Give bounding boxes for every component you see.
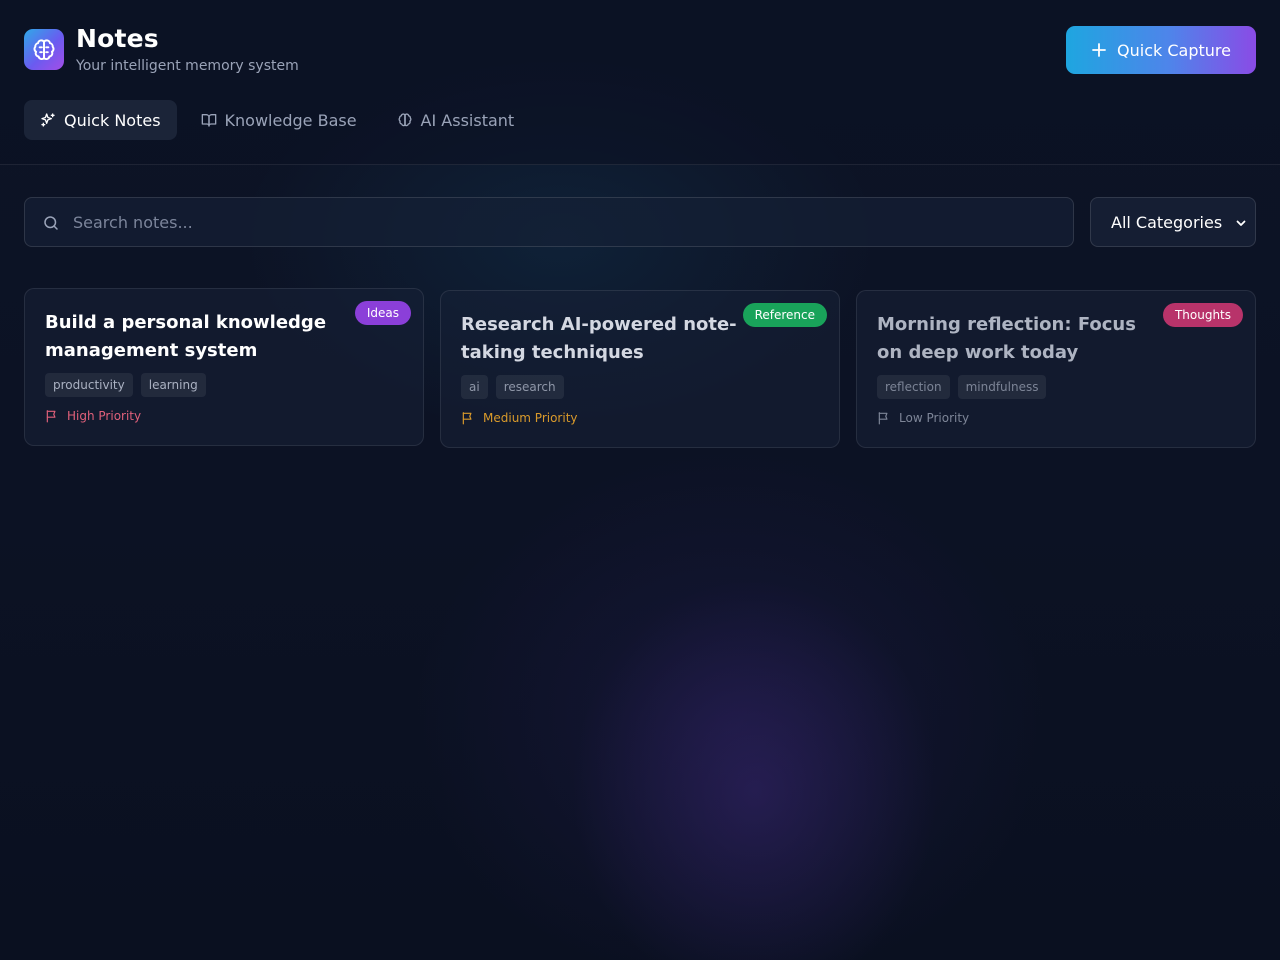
tab-quick-notes[interactable]: Quick Notes xyxy=(24,100,177,140)
sparkles-icon xyxy=(41,113,55,127)
quick-capture-button[interactable]: Quick Capture xyxy=(1066,26,1256,74)
category-badge: Ideas xyxy=(354,301,411,325)
priority-indicator: Medium Priority xyxy=(461,411,578,425)
app-header: Notes Your intelligent memory system Qui… xyxy=(0,0,1280,165)
flag-icon xyxy=(46,410,56,423)
search-icon xyxy=(44,216,58,230)
priority-label: Medium Priority xyxy=(483,411,578,425)
app-logo xyxy=(24,29,64,70)
tab-knowledge-base[interactable]: Knowledge Base xyxy=(185,100,373,140)
tag[interactable]: productivity xyxy=(45,373,133,397)
chevron-down-icon xyxy=(1236,220,1246,226)
tab-label: AI Assistant xyxy=(420,110,515,130)
brain-icon xyxy=(33,38,55,60)
category-badge: Thoughts xyxy=(1162,303,1243,327)
plus-icon xyxy=(1092,43,1106,57)
priority-indicator: Low Priority xyxy=(877,411,969,425)
category-filter-value: All Categories xyxy=(1111,212,1223,232)
category-badge: Reference xyxy=(742,303,827,327)
tag-list: reflection mindfulness xyxy=(877,375,1047,399)
brain-icon xyxy=(398,113,412,127)
note-title: Morning reflection: Focus on deep work t… xyxy=(877,314,1136,363)
note-title: Research AI-powered note-taking techniqu… xyxy=(461,314,737,363)
note-title: Build a personal knowledge management sy… xyxy=(45,312,327,361)
quick-capture-label: Quick Capture xyxy=(1117,40,1231,60)
tab-label: Knowledge Base xyxy=(224,110,357,130)
tag[interactable]: ai xyxy=(461,375,488,399)
priority-indicator: High Priority xyxy=(45,409,141,423)
main-tabs: Quick Notes Knowledge Base AI Assistant xyxy=(24,100,530,140)
note-card[interactable]: Reference Research AI-powered note-takin… xyxy=(440,290,840,448)
tag-list: productivity learning xyxy=(45,373,206,397)
priority-label: Low Priority xyxy=(899,411,970,425)
tag[interactable]: reflection xyxy=(877,375,950,399)
tag[interactable]: learning xyxy=(140,373,206,397)
tab-ai-assistant[interactable]: AI Assistant xyxy=(381,100,531,140)
note-card[interactable]: Ideas Build a personal knowledge managem… xyxy=(24,288,424,446)
app-title: Notes xyxy=(76,24,159,53)
note-card[interactable]: Thoughts Morning reflection: Focus on de… xyxy=(856,290,1256,448)
tag[interactable]: research xyxy=(495,375,564,399)
flag-icon xyxy=(878,412,888,425)
search-input[interactable] xyxy=(73,198,1063,246)
app-subtitle: Your intelligent memory system xyxy=(76,58,299,74)
category-filter-select[interactable]: All Categories xyxy=(1090,197,1256,247)
priority-label: High Priority xyxy=(67,409,142,423)
tag[interactable]: mindfulness xyxy=(957,375,1047,399)
search-box xyxy=(24,197,1074,247)
tag-list: ai research xyxy=(461,375,564,399)
flag-icon xyxy=(462,412,472,425)
book-open-icon xyxy=(201,114,216,127)
tab-label: Quick Notes xyxy=(64,110,161,130)
